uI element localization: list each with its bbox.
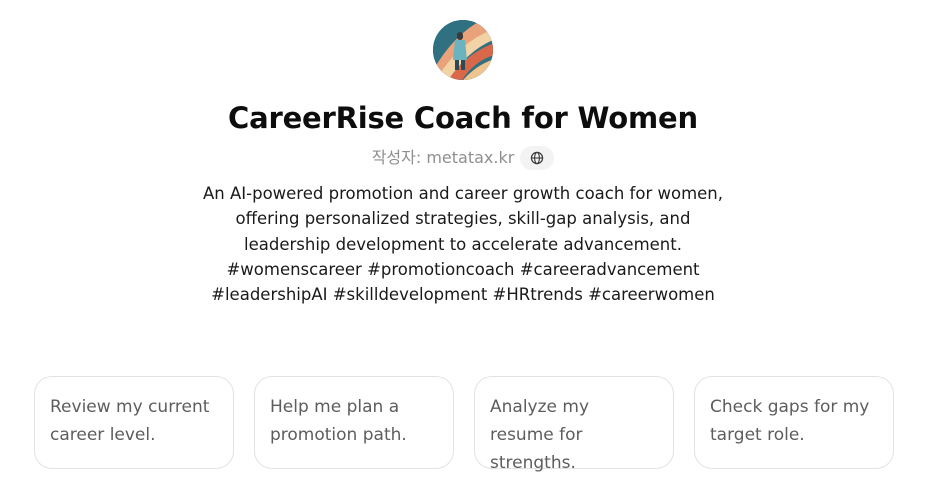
starter-plan-promotion-path[interactable]: Help me plan a promotion path. (254, 376, 454, 469)
author-label: 작성자: metatax.kr (371, 148, 515, 167)
gpt-intro-page: CareerRise Coach for Women 작성자: metatax.… (0, 0, 926, 488)
conversation-starters: Review my current career level. Help me … (34, 376, 894, 473)
globe-icon (531, 151, 544, 165)
starter-check-gaps[interactable]: Check gaps for my target role. (694, 376, 894, 469)
starter-review-career-level[interactable]: Review my current career level. (34, 376, 234, 469)
website-button[interactable] (520, 146, 555, 170)
gpt-title: CareerRise Coach for Women (228, 101, 698, 135)
starter-analyze-resume[interactable]: Analyze my resume for strengths. (474, 376, 674, 473)
gpt-avatar (433, 20, 493, 80)
author-row: 작성자: metatax.kr (0, 145, 926, 171)
gpt-description: An AI-powered promotion and career growt… (203, 184, 723, 305)
avatar-image (433, 20, 493, 80)
